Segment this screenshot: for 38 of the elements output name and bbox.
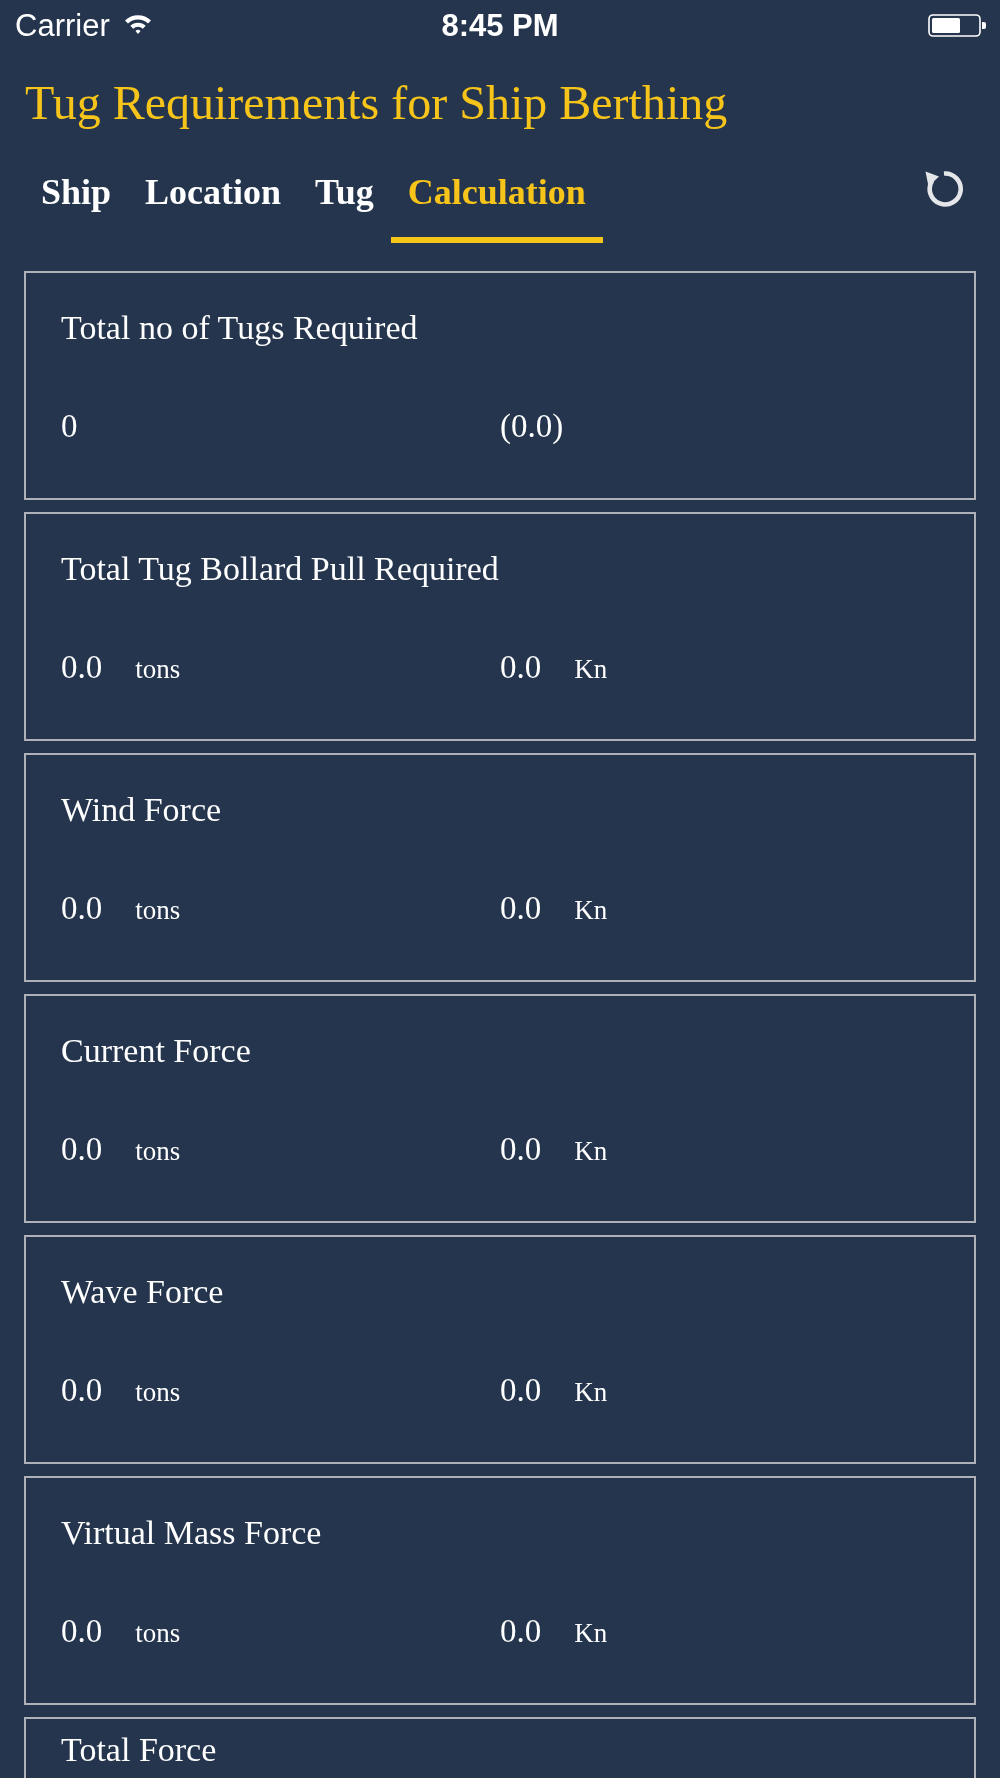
result-value: 0.0 [61, 1372, 103, 1409]
tab[interactable]: Ship [24, 172, 129, 243]
result-title: Total Force [61, 1731, 218, 1769]
result-value: 0 [61, 408, 78, 445]
status-time: 8:45 PM [441, 7, 559, 43]
result-value: 0.0 [500, 1372, 542, 1409]
carrier-name: Carrier [15, 7, 110, 43]
unit-label: tons [135, 654, 181, 685]
unit-label: Kn [574, 1618, 608, 1649]
result-title: Total Tug Bollard Pull Required [61, 550, 500, 588]
result-value: 0.0 [61, 649, 103, 686]
wifi-icon [123, 13, 152, 35]
unit-label: tons [135, 895, 181, 926]
tab[interactable]: Tug [298, 172, 391, 243]
result-title: Current Force [61, 1032, 252, 1070]
tab[interactable]: Calculation [390, 172, 603, 243]
result-title: Wave Force [61, 1273, 225, 1311]
result-title: Total no of Tugs Required [61, 309, 419, 347]
unit-label: Kn [574, 1377, 608, 1408]
battery-icon [928, 13, 986, 37]
unit-label: tons [135, 1618, 181, 1649]
app-title: Tug Requirements for Ship Berthing [24, 76, 729, 130]
unit-label: tons [135, 1377, 181, 1408]
result-value: (0.0) [500, 408, 564, 445]
result-value: 0.0 [61, 1131, 103, 1168]
result-value: 0.0 [61, 890, 103, 927]
result-title: Wind Force [61, 791, 223, 829]
result-value: 0.0 [61, 1613, 103, 1650]
unit-label: Kn [574, 1136, 608, 1167]
unit-label: Kn [574, 654, 608, 685]
result-value: 0.0 [500, 649, 542, 686]
result-value: 0.0 [500, 1613, 542, 1650]
result-value: 0.0 [500, 1131, 542, 1168]
result-value: 0.0 [500, 890, 542, 927]
unit-label: tons [135, 1136, 181, 1167]
tab[interactable]: Location [128, 172, 299, 243]
unit-label: Kn [574, 895, 608, 926]
result-title: Virtual Mass Force [61, 1514, 323, 1552]
